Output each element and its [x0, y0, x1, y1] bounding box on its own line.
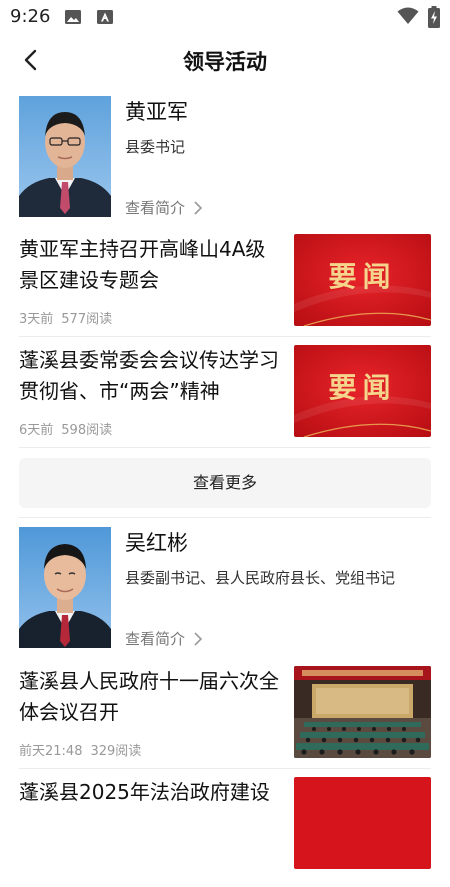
news-item[interactable]: 蓬溪县人民政府十一届六次全体会议召开 前天21:48 329阅读	[19, 666, 431, 776]
news-thumbnail: 要闻	[294, 345, 431, 437]
wifi-icon	[397, 7, 419, 24]
news-title: 蓬溪县2025年法治政府建设	[19, 780, 270, 804]
battery-charging-icon	[428, 6, 440, 28]
divider	[19, 447, 431, 448]
view-profile-label: 查看简介	[125, 199, 186, 217]
news-title: 蓬溪县委常委会会议传达学习贯彻省、市“两会”精神	[19, 348, 279, 403]
leader-card[interactable]: 黄亚军 县委书记 查看简介	[19, 96, 431, 218]
news-item[interactable]: 黄亚军主持召开高峰山4A级景区建设专题会 3天前 577阅读 要闻	[19, 234, 431, 344]
news-time: 3天前	[19, 312, 54, 327]
leader-name: 吴红彬	[125, 531, 188, 555]
news-thumbnail	[294, 777, 431, 869]
thumbnail-text: 要闻	[328, 371, 396, 404]
news-thumbnail-photo	[294, 666, 431, 758]
divider	[19, 336, 431, 337]
leader-card[interactable]: 吴红彬 县委副书记、县人民政府县长、党组书记 查看简介	[19, 527, 431, 649]
news-item[interactable]: 蓬溪县2025年法治政府建设	[19, 777, 431, 887]
news-thumbnail: 要闻	[294, 234, 431, 326]
font-icon	[97, 10, 113, 24]
news-meta: 3天前 577阅读	[19, 308, 112, 327]
news-time: 前天21:48	[19, 744, 83, 759]
news-reads: 598阅读	[61, 423, 113, 438]
news-reads: 329阅读	[90, 744, 142, 759]
view-profile-label: 查看简介	[125, 630, 186, 648]
chevron-right-icon	[194, 632, 202, 646]
divider	[19, 768, 431, 769]
leader-photo	[19, 527, 111, 648]
status-time: 9:26	[10, 6, 51, 27]
news-time: 6天前	[19, 423, 54, 438]
divider	[19, 517, 431, 518]
news-item[interactable]: 蓬溪县委常委会会议传达学习贯彻省、市“两会”精神 6天前 598阅读 要闻	[19, 345, 431, 455]
news-title: 蓬溪县人民政府十一届六次全体会议召开	[19, 669, 279, 724]
view-profile-link[interactable]: 查看简介	[125, 197, 202, 218]
chevron-right-icon	[194, 201, 202, 215]
status-bar: 9:26	[0, 0, 450, 36]
leader-title: 县委副书记、县人民政府县长、党组书记	[125, 569, 396, 587]
view-profile-link[interactable]: 查看简介	[125, 628, 202, 649]
leader-photo	[19, 96, 111, 217]
news-reads: 577阅读	[61, 312, 113, 327]
news-meta: 前天21:48 329阅读	[19, 740, 141, 759]
leader-title: 县委书记	[125, 138, 186, 156]
view-more-button[interactable]: 查看更多	[19, 458, 431, 508]
thumbnail-text: 要闻	[328, 260, 396, 293]
news-meta: 6天前 598阅读	[19, 419, 112, 438]
leader-name: 黄亚军	[125, 100, 188, 124]
image-icon	[65, 10, 81, 24]
page-title: 领导活动	[183, 50, 267, 74]
news-title: 黄亚军主持召开高峰山4A级景区建设专题会	[19, 237, 266, 292]
header: 领导活动	[0, 36, 450, 86]
